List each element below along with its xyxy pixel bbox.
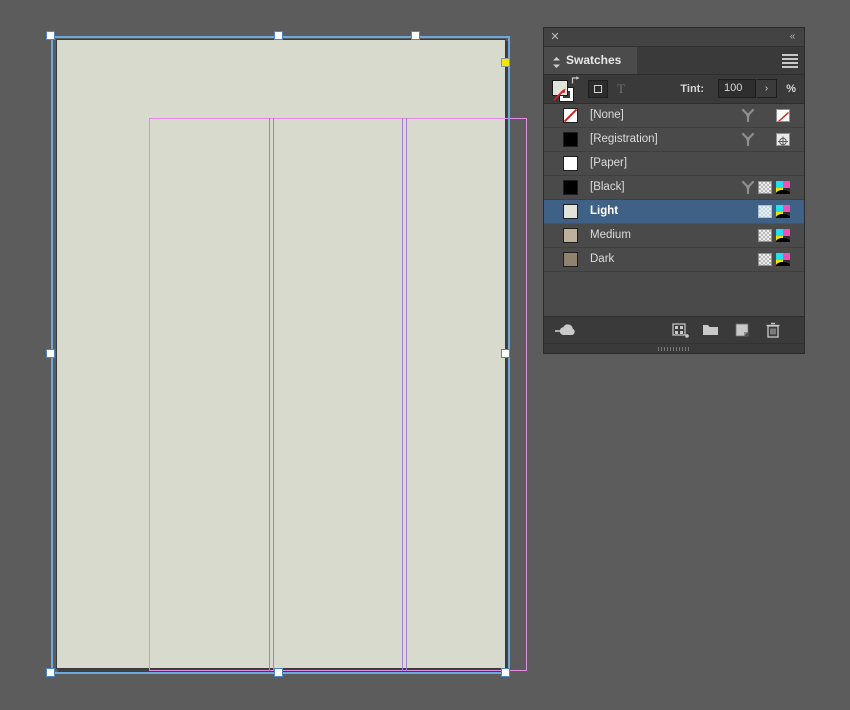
handle-bottom-left[interactable]: [46, 668, 55, 677]
swatch-cmyk-mode-icon: [776, 181, 790, 194]
new-swatch-button[interactable]: [734, 322, 752, 339]
new-swatch-group-folder-button[interactable]: [702, 322, 720, 339]
handle-middle-left[interactable]: [46, 349, 55, 358]
swatch-locked-pin-icon: [740, 108, 756, 123]
swatch-locked-pin-icon: [740, 180, 756, 195]
swatch-row[interactable]: Medium: [544, 224, 804, 248]
new-color-group-button[interactable]: [672, 322, 690, 339]
swatch-name-label: [Black]: [590, 181, 625, 193]
panel-controls-row: T Tint: 100 › %: [544, 75, 804, 104]
handle-bottom-right[interactable]: [501, 668, 510, 677]
swatch-row[interactable]: [None]: [544, 104, 804, 128]
handle-middle-right[interactable]: [501, 349, 510, 358]
swatch-name-label: [Paper]: [590, 157, 628, 169]
formatting-affects-text-button[interactable]: T: [612, 80, 630, 98]
handle-top-right[interactable]: [411, 31, 420, 40]
swatch-none-mode-icon: [776, 109, 790, 122]
handle-bottom-center[interactable]: [274, 668, 283, 677]
panel-titlebar: ✕ «: [544, 28, 804, 47]
swap-fill-stroke-icon[interactable]: [571, 76, 580, 85]
collapse-panel-icon[interactable]: «: [785, 30, 799, 44]
swatch-name-label: [Registration]: [590, 133, 658, 145]
tint-percent-label: %: [786, 83, 796, 95]
swatch-tint-halftone-icon: [758, 229, 772, 242]
swatch-row[interactable]: Light: [544, 200, 804, 224]
dock-toggle-icon[interactable]: [552, 55, 561, 68]
swatch-cmyk-mode-icon: [776, 229, 790, 242]
swatch-name-label: Medium: [590, 229, 631, 241]
swatch-row[interactable]: [Registration]: [544, 128, 804, 152]
swatch-name-label: Dark: [590, 253, 615, 265]
swatch-color-chip: [563, 156, 578, 171]
delete-swatch-button[interactable]: [764, 322, 782, 339]
swatch-color-chip: [563, 228, 578, 243]
document-canvas[interactable]: [0, 0, 540, 710]
tint-label: Tint:: [680, 83, 704, 95]
handle-top-center[interactable]: [274, 31, 283, 40]
swatch-cmyk-mode-icon: [776, 253, 790, 266]
swatches-panel[interactable]: ✕ « Swatches T Tint: 100 › % [None] [Reg…: [544, 28, 804, 353]
swatch-color-chip: [563, 204, 578, 219]
swatch-list[interactable]: [None] [Registration] [Paper] [Black] Light M…: [544, 104, 804, 316]
panel-footer: [544, 316, 804, 343]
tint-stepper[interactable]: ›: [757, 79, 777, 98]
formatting-affects-container-button[interactable]: [588, 80, 608, 98]
tab-swatches-label: Swatches: [566, 53, 622, 67]
swatch-color-chip: [563, 108, 578, 123]
fill-stroke-control[interactable]: [551, 76, 580, 102]
swatch-row[interactable]: Dark: [544, 248, 804, 272]
selection-bounding-box: [51, 36, 510, 674]
swatch-color-chip: [563, 180, 578, 195]
handle-top-left[interactable]: [46, 31, 55, 40]
fill-swatch[interactable]: [552, 80, 568, 96]
swatch-cmyk-mode-icon: [776, 205, 790, 218]
swatch-row[interactable]: [Black]: [544, 176, 804, 200]
swatch-tint-halftone-icon: [758, 181, 772, 194]
swatch-row[interactable]: [Paper]: [544, 152, 804, 176]
panel-menu-icon[interactable]: [782, 54, 798, 68]
tint-input[interactable]: 100: [718, 79, 756, 98]
swatch-name-label: [None]: [590, 109, 624, 121]
close-icon[interactable]: ✕: [549, 31, 561, 43]
swatch-registration-mode-icon: [776, 133, 790, 147]
swatch-locked-pin-icon: [740, 132, 756, 147]
swatch-tint-halftone-icon: [758, 205, 772, 218]
handle-transform-point[interactable]: [501, 58, 510, 67]
cc-libraries-button[interactable]: [554, 322, 576, 339]
panel-tab-row: Swatches: [544, 47, 804, 75]
swatch-color-chip: [563, 132, 578, 147]
swatch-tint-halftone-icon: [758, 253, 772, 266]
swatch-name-label: Light: [590, 205, 619, 217]
panel-resize-grip[interactable]: [544, 343, 804, 353]
swatch-color-chip: [563, 252, 578, 267]
